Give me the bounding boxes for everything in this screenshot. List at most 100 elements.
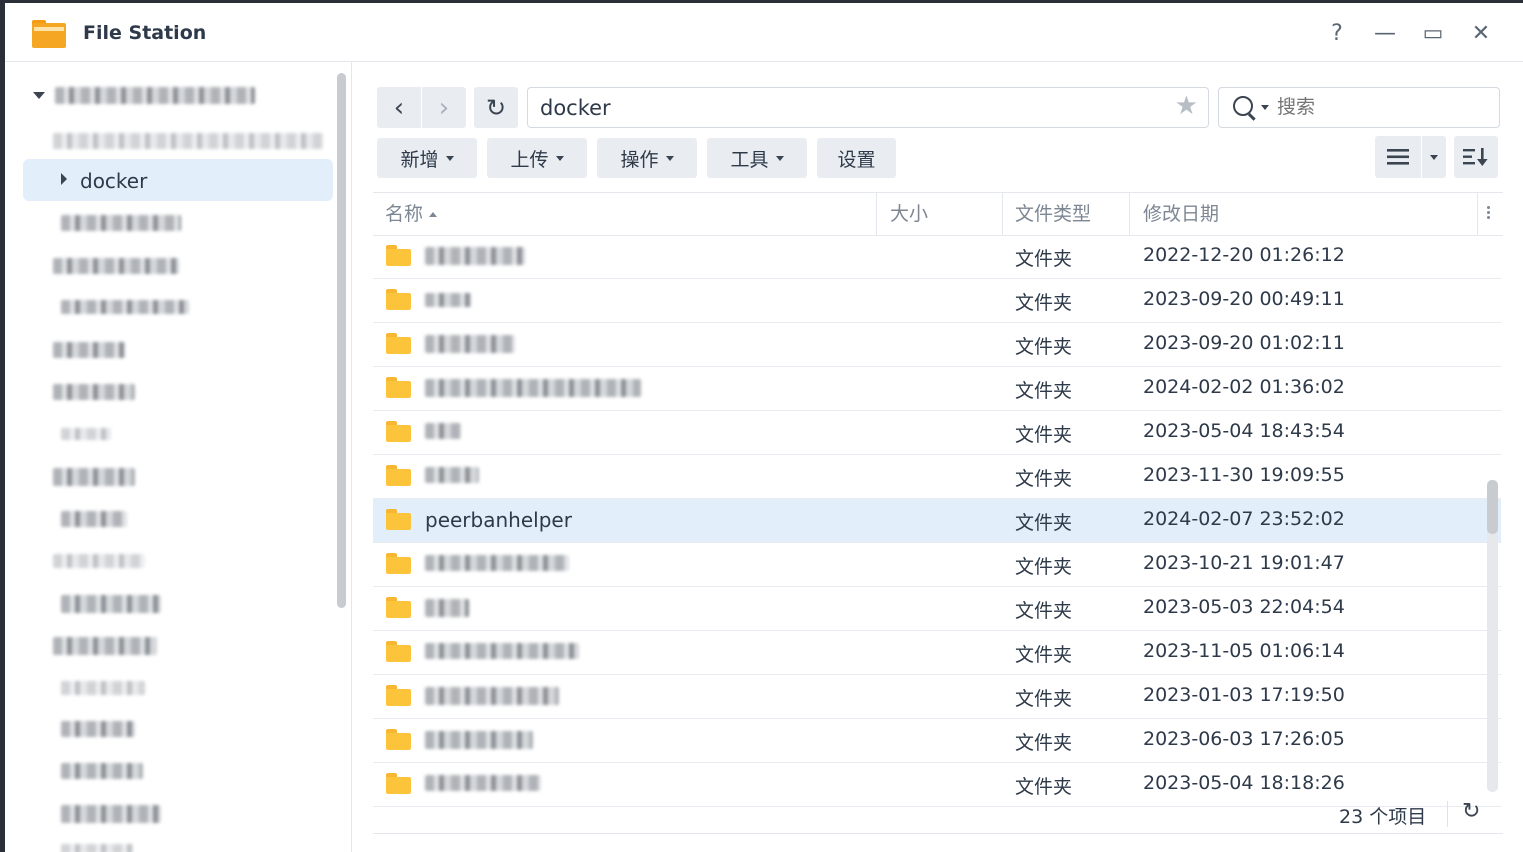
forward-button[interactable]: › xyxy=(422,87,466,128)
file-name: peerbanhelper xyxy=(425,508,572,532)
redacted-label xyxy=(53,342,125,358)
maximize-icon[interactable]: ▭ xyxy=(1419,19,1447,47)
table-row[interactable]: 文件夹 2023-09-20 01:02:11 xyxy=(373,323,1501,367)
tree-item[interactable] xyxy=(61,844,133,852)
redacted-label xyxy=(61,511,127,527)
tree-item-label-docker[interactable]: docker xyxy=(80,169,147,193)
redacted-label xyxy=(53,258,179,274)
tree-item[interactable] xyxy=(61,595,161,613)
redacted-label xyxy=(425,423,461,439)
search-bar[interactable] xyxy=(1218,87,1500,128)
dropdown-caret-icon xyxy=(775,155,784,161)
close-icon[interactable]: ✕ xyxy=(1467,19,1495,47)
file-name-redacted xyxy=(425,640,579,664)
tree-item[interactable] xyxy=(61,721,135,737)
action-button[interactable]: 操作 xyxy=(597,138,697,178)
upload-button-label: 上传 xyxy=(510,148,549,171)
column-header-size[interactable]: 大小 xyxy=(890,193,928,235)
refresh-button[interactable]: ↻ xyxy=(474,87,518,128)
help-icon[interactable]: ? xyxy=(1323,19,1351,47)
column-divider[interactable] xyxy=(876,193,877,235)
modified-date: 2023-10-21 19:01:47 xyxy=(1143,552,1345,574)
file-type: 文件夹 xyxy=(1015,336,1073,358)
folder-icon xyxy=(386,377,411,398)
path-bar[interactable]: docker ★ xyxy=(527,87,1209,128)
tools-button[interactable]: 工具 xyxy=(707,138,807,178)
column-options-icon[interactable] xyxy=(1487,206,1490,209)
table-row[interactable]: 文件夹 2023-06-03 17:26:05 xyxy=(373,719,1501,763)
redacted-label xyxy=(425,293,471,307)
table-row[interactable]: 文件夹 2023-10-21 19:01:47 xyxy=(373,543,1501,587)
column-divider[interactable] xyxy=(1477,193,1478,235)
tree-item[interactable] xyxy=(61,428,111,440)
tree-item[interactable] xyxy=(53,342,125,358)
star-icon[interactable]: ★ xyxy=(1175,91,1198,121)
file-list: 文件夹 2022-12-20 01:26:12 文件夹 2023-09-20 00:… xyxy=(373,235,1501,807)
redacted-label xyxy=(61,595,161,613)
column-header-type[interactable]: 文件类型 xyxy=(1015,193,1091,235)
search-icon[interactable] xyxy=(1233,96,1253,116)
column-header-name[interactable]: 名称 xyxy=(385,193,438,235)
table-row[interactable]: 文件夹 2023-11-05 01:06:14 xyxy=(373,631,1501,675)
search-options-caret-icon[interactable] xyxy=(1261,105,1269,110)
create-button[interactable]: 新增 xyxy=(377,138,477,178)
tree-item[interactable] xyxy=(61,681,145,695)
table-row[interactable]: 文件夹 2023-01-03 17:19:50 xyxy=(373,675,1501,719)
file-name-redacted xyxy=(425,596,469,622)
redacted-label xyxy=(425,555,569,571)
refresh-icon[interactable]: ↻ xyxy=(1462,799,1480,824)
folder-icon xyxy=(386,685,411,706)
file-name-redacted xyxy=(425,464,479,488)
file-type: 文件夹 xyxy=(1015,512,1073,534)
tree-item[interactable] xyxy=(61,763,143,779)
tree-item[interactable] xyxy=(53,637,157,655)
redacted-label xyxy=(425,687,559,705)
sort-button[interactable] xyxy=(1454,136,1498,178)
tree-root-node[interactable] xyxy=(33,87,255,104)
tree-item[interactable] xyxy=(53,133,323,149)
tree-item[interactable] xyxy=(53,554,145,568)
redacted-label xyxy=(425,775,541,791)
redacted-label xyxy=(61,428,111,440)
table-row[interactable]: 文件夹 2023-09-20 00:49:11 xyxy=(373,279,1501,323)
search-input[interactable] xyxy=(1277,96,1477,118)
redacted-label xyxy=(425,599,469,617)
tree-item[interactable] xyxy=(61,805,161,823)
minimize-icon[interactable]: — xyxy=(1371,19,1399,47)
table-row-selected[interactable]: peerbanhelper 文件夹 2024-02-07 23:52:02 xyxy=(373,499,1501,543)
file-list-scrollbar[interactable] xyxy=(1487,480,1498,534)
table-row[interactable]: 文件夹 2023-05-04 18:43:54 xyxy=(373,411,1501,455)
settings-button[interactable]: 设置 xyxy=(817,138,896,178)
modified-date: 2024-02-02 01:36:02 xyxy=(1143,376,1345,398)
redacted-label xyxy=(53,637,157,655)
redacted-label xyxy=(53,384,135,400)
tree-item[interactable] xyxy=(61,215,181,231)
tree-item[interactable] xyxy=(53,258,179,274)
window-title: File Station xyxy=(83,22,207,44)
column-divider[interactable] xyxy=(1002,193,1003,235)
view-options-button[interactable] xyxy=(1422,136,1446,178)
back-button[interactable]: ‹ xyxy=(377,87,421,128)
table-row[interactable]: 文件夹 2023-11-30 19:09:55 xyxy=(373,455,1501,499)
tree-item[interactable] xyxy=(61,300,189,314)
tree-item[interactable] xyxy=(53,384,135,400)
table-header: 名称 大小 文件类型 修改日期 xyxy=(373,192,1503,236)
modified-date: 2023-11-30 19:09:55 xyxy=(1143,464,1345,486)
sidebar-scrollbar[interactable] xyxy=(337,73,346,608)
tree-item[interactable] xyxy=(61,511,127,527)
table-row[interactable]: 文件夹 2024-02-02 01:36:02 xyxy=(373,367,1501,411)
expand-caret-icon[interactable] xyxy=(33,92,45,99)
file-station-app-icon xyxy=(32,20,66,48)
collapse-caret-icon[interactable] xyxy=(61,173,67,185)
list-view-button[interactable] xyxy=(1375,136,1421,178)
column-divider[interactable] xyxy=(1129,193,1130,235)
column-header-modified[interactable]: 修改日期 xyxy=(1143,193,1219,235)
redacted-label xyxy=(425,335,515,353)
tree-item-selected[interactable] xyxy=(23,159,333,201)
upload-button[interactable]: 上传 xyxy=(487,138,587,178)
tree-item[interactable] xyxy=(53,468,135,486)
table-row[interactable]: 文件夹 2023-05-03 22:04:54 xyxy=(373,587,1501,631)
table-row[interactable]: 文件夹 2023-05-04 18:18:26 xyxy=(373,763,1501,807)
dropdown-caret-icon xyxy=(445,155,454,161)
table-row[interactable]: 文件夹 2022-12-20 01:26:12 xyxy=(373,235,1501,279)
